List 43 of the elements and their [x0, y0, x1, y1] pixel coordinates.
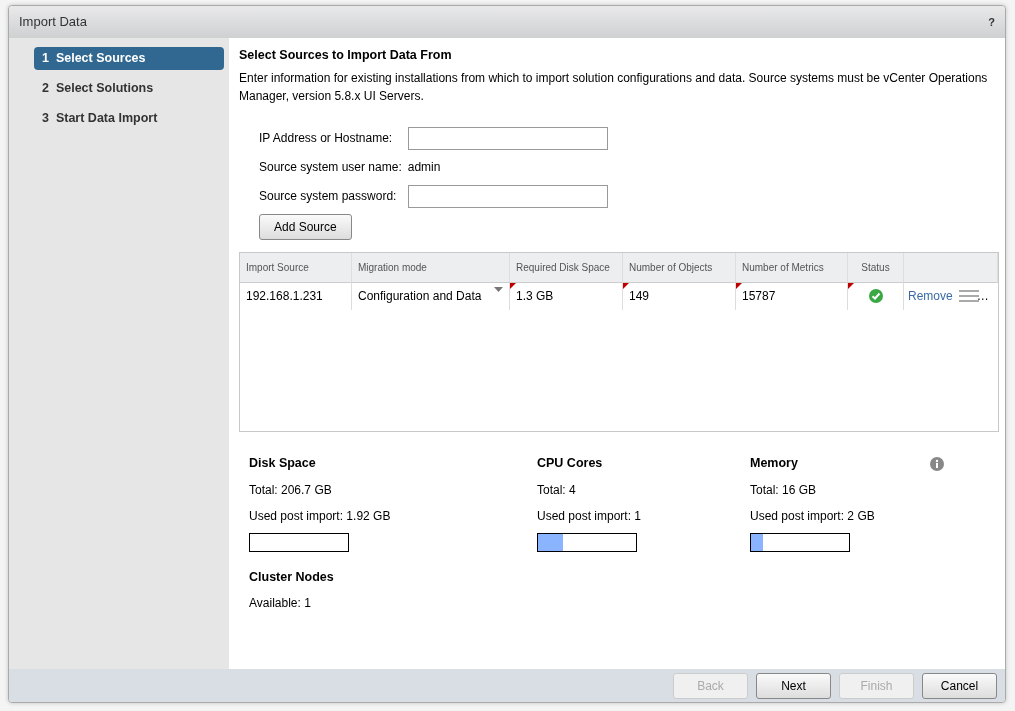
resource-title: CPU Cores	[537, 454, 603, 472]
used-text: Used post import: 2 GB	[750, 507, 875, 525]
description-text: Enter information for existing installations from which to import solution configurations and data. Source systems must be vCenter Operations Manager, version 5.8.x UI Servers.	[239, 69, 989, 105]
table-cell-text: 149	[629, 288, 650, 306]
field-label: Source system user name:	[259, 159, 402, 177]
section-heading: Select Sources to Import Data From	[239, 47, 453, 64]
column-header: Migration mode	[352, 252, 510, 283]
field-label: Source system password:	[259, 188, 398, 206]
wizard-step[interactable]: 1 Select Sources	[34, 47, 224, 70]
total-text: Total: 16 GB	[750, 481, 817, 499]
input-field[interactable]	[407, 126, 608, 150]
used-text: Used post import: 1.92 GB	[249, 507, 391, 525]
available-text: Available: 1	[249, 595, 311, 613]
wizard-step[interactable]: 3 Start Data Import	[34, 106, 224, 130]
dropdown-field[interactable]: Configuration and Data	[358, 287, 503, 306]
add-source-button[interactable]: Add Source	[259, 213, 352, 240]
table-cell-text: 15787	[742, 288, 776, 306]
total-text: Total: 206.7 GB	[249, 481, 332, 499]
column-header: Number of Objects	[623, 252, 736, 283]
info-icon	[930, 456, 944, 471]
column-header: Status	[848, 252, 904, 283]
wizard-step[interactable]: 2 Select Solutions	[34, 76, 224, 100]
footer-button[interactable]: Cancel	[922, 672, 997, 699]
total-text: Total: 4	[537, 481, 576, 499]
menu-icon	[958, 290, 979, 303]
help-button[interactable]: ?	[988, 13, 995, 31]
caret-icon	[494, 287, 503, 293]
resource-title: Memory	[750, 454, 798, 472]
used-text: Used post import: 1	[537, 507, 642, 525]
column-header: Number of Metrics	[736, 252, 848, 283]
field-value: admin	[407, 158, 442, 176]
column-header: Import Source	[240, 252, 352, 283]
table-cell-text: 192.168.1.231	[246, 288, 323, 306]
field-label: IP Address or Hostname:	[259, 130, 394, 148]
more-text: …	[976, 288, 989, 306]
window-title: Import Data	[19, 13, 87, 32]
column-header: Required Disk Space	[510, 252, 623, 283]
resource-title: Cluster Nodes	[249, 568, 334, 586]
footer-button[interactable]: Next	[756, 672, 831, 699]
table-cell-text: 1.3 GB	[516, 288, 554, 306]
resource-title: Disk Space	[249, 454, 316, 472]
input-field[interactable]	[407, 184, 608, 208]
remove-link[interactable]: Remove	[908, 287, 953, 306]
